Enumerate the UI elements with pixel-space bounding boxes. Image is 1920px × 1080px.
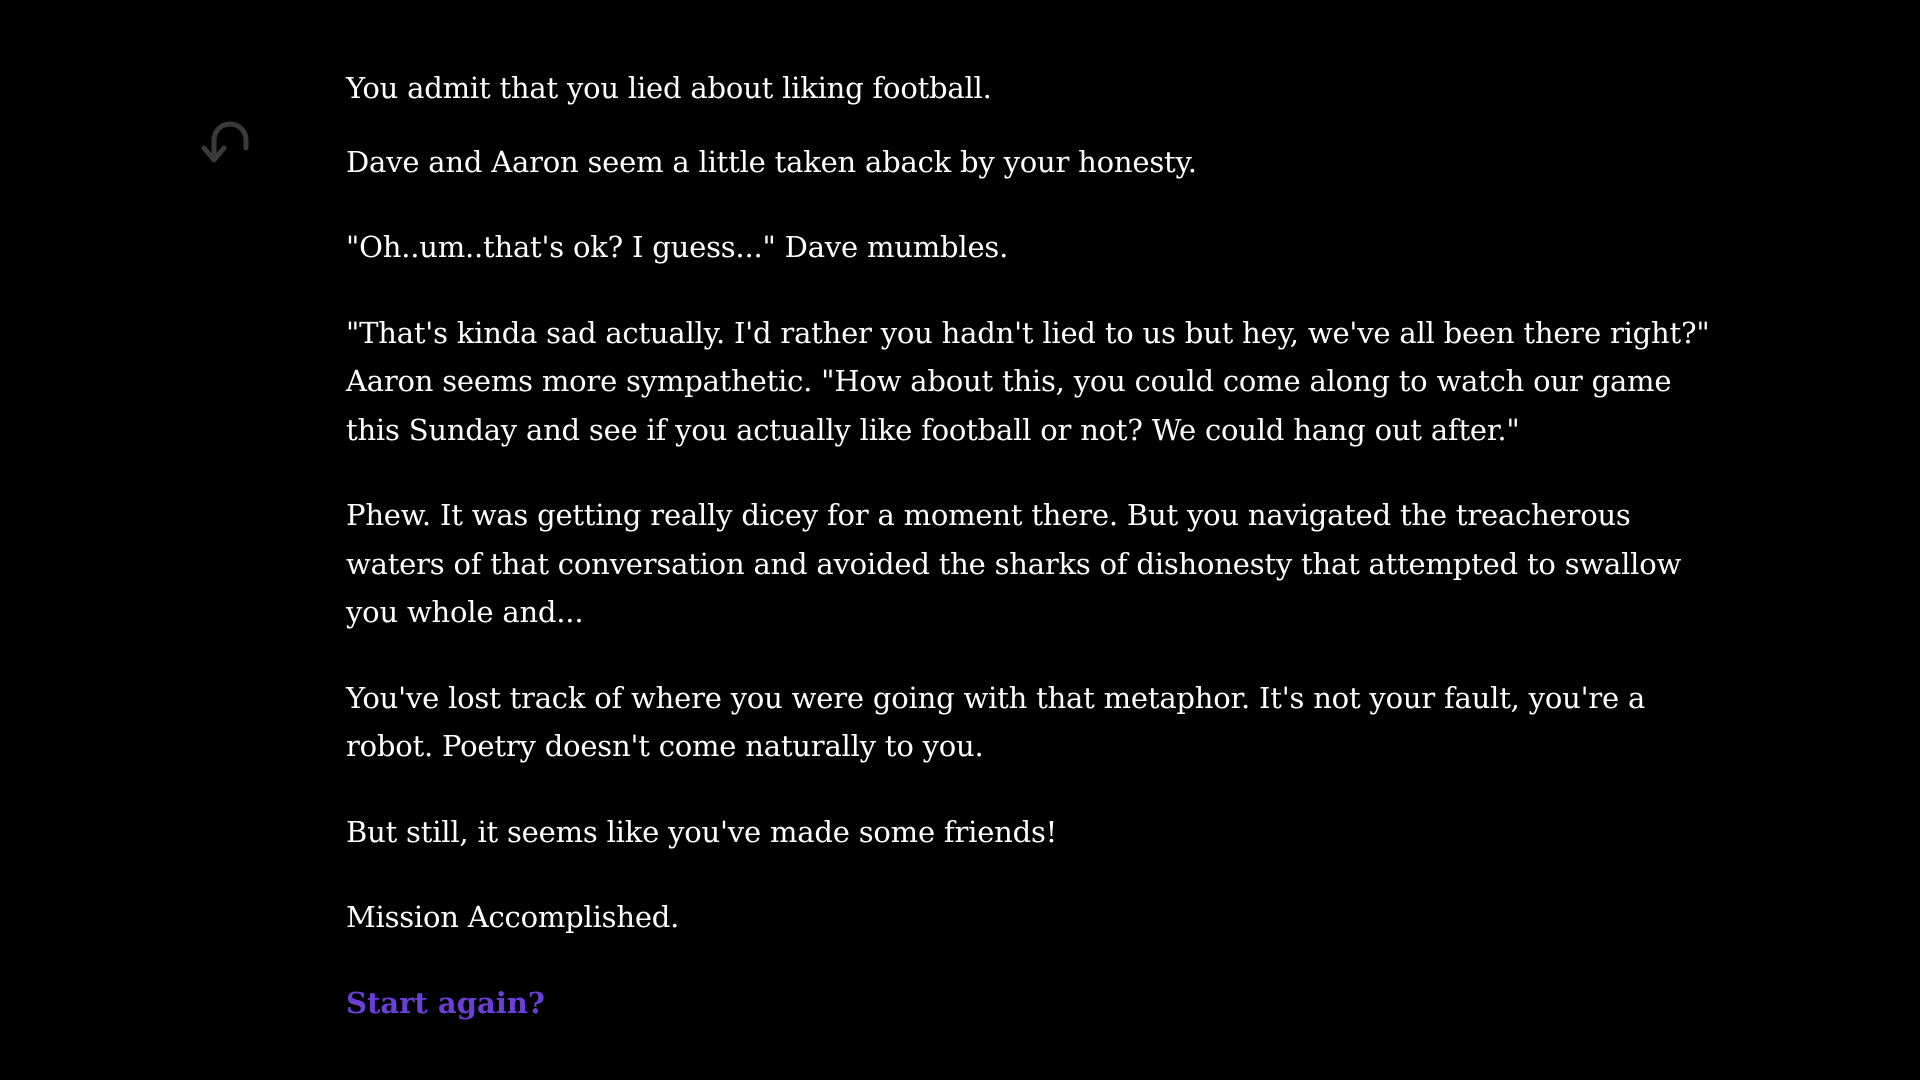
story-paragraph: Dave and Aaron seem a little taken aback… [346, 144, 1197, 179]
story-paragraph: You've lost track of where you were goin… [346, 680, 1646, 764]
story-paragraph: But still, it seems like you've made som… [346, 814, 1058, 849]
story-paragraph: Phew. It was getting really dicey for a … [346, 498, 1682, 629]
story-paragraph: Mission Accomplished. [346, 900, 680, 934]
undo-button[interactable] [200, 118, 264, 174]
story-paragraph: "Oh..um..that's ok? I guess..." Dave mum… [346, 230, 1009, 264]
story-paragraph: You admit that you lied about liking foo… [346, 71, 992, 105]
undo-arrow-icon [201, 121, 249, 163]
start-again-link[interactable]: Start again? [346, 979, 545, 1028]
story-paragraph: "That's kinda sad actually. I'd rather y… [346, 315, 1710, 447]
story-text: You admit that you lied about liking foo… [346, 64, 1726, 1027]
